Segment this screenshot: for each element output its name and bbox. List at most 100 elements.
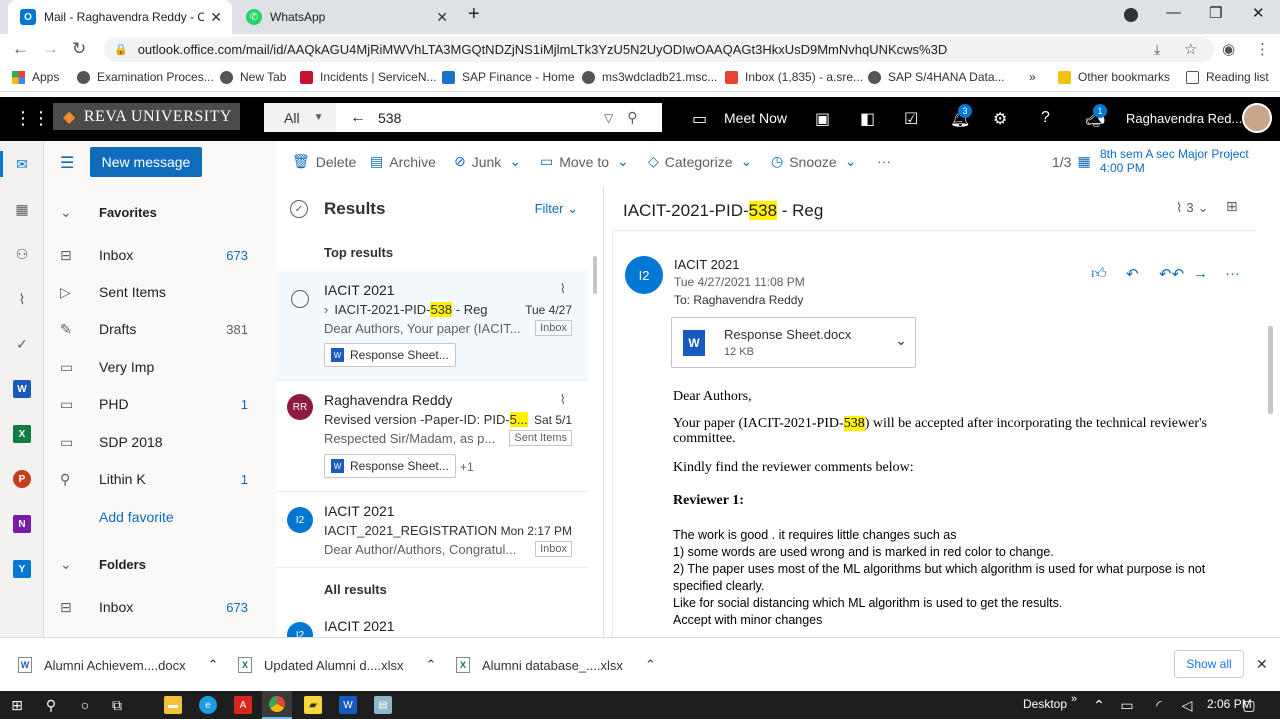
bookmarks-more[interactable]: » bbox=[1029, 70, 1036, 84]
back-icon[interactable]: ← bbox=[12, 39, 29, 59]
favorites-header[interactable]: ⌄ Favorites bbox=[44, 194, 276, 230]
folder-sdp-2018[interactable]: ▭ SDP 2018 bbox=[44, 424, 276, 460]
paperclip-icon[interactable]: ⌇ bbox=[13, 290, 31, 308]
chevron-up-icon[interactable]: ⌃ bbox=[1090, 696, 1108, 714]
chevron-up-icon[interactable]: ⌃ bbox=[208, 657, 219, 673]
download-item[interactable]: X Alumni database_....xlsx ⌃ bbox=[456, 657, 656, 673]
bookmark-item[interactable]: Examination Proces... bbox=[77, 70, 214, 84]
select-circle-icon[interactable] bbox=[291, 290, 309, 308]
hamburger-icon[interactable]: ☰ bbox=[60, 153, 74, 173]
edge-icon[interactable]: e bbox=[199, 696, 217, 714]
categorize-button[interactable]: ◇ Categorize ⌄ bbox=[648, 153, 752, 170]
menu-icon[interactable]: ⋮ bbox=[1255, 40, 1270, 58]
todo-check-icon[interactable]: ✓ bbox=[13, 335, 31, 353]
search-icon[interactable]: ⚲ bbox=[42, 696, 60, 714]
bookmark-item[interactable]: New Tab bbox=[220, 70, 286, 84]
search-back-icon[interactable]: ← bbox=[350, 109, 366, 127]
avatar[interactable] bbox=[1242, 103, 1272, 133]
gear-icon[interactable]: ⚙ bbox=[993, 109, 1007, 129]
download-item[interactable]: W Alumni Achievem....docx ⌃ bbox=[18, 657, 219, 673]
meet-now-button[interactable]: Meet Now bbox=[724, 110, 787, 126]
word-icon[interactable]: W bbox=[339, 696, 357, 714]
list-item[interactable]: I2 IACIT 2021 IACIT_2021_REGISTRATION Mo… bbox=[276, 493, 588, 568]
word-icon[interactable]: W bbox=[13, 380, 31, 398]
acrobat-icon[interactable]: A bbox=[234, 696, 252, 714]
attachment-chip[interactable]: W Response Sheet... bbox=[324, 454, 456, 478]
folder-very-imp[interactable]: ▭ Very Imp bbox=[44, 349, 276, 385]
list-item[interactable]: I2 IACIT 2021 bbox=[276, 612, 588, 637]
minimize-icon[interactable]: — bbox=[1166, 4, 1181, 21]
account-icon[interactable]: ◉ bbox=[1222, 40, 1235, 58]
folders-header[interactable]: ⌄ Folders bbox=[44, 546, 276, 582]
notepad-icon[interactable]: ▤ bbox=[374, 696, 392, 714]
forward-icon[interactable]: → bbox=[1193, 265, 1208, 282]
todo-icon[interactable]: ☑ bbox=[904, 109, 918, 129]
attachments-count[interactable]: ⌇ 3 ⌄ bbox=[1176, 200, 1209, 216]
org-logo[interactable]: ◆ REVA UNIVERSITY bbox=[53, 103, 240, 130]
battery-icon[interactable]: ▭ bbox=[1118, 696, 1136, 714]
more-actions-button[interactable]: ··· bbox=[877, 153, 891, 169]
move-to-button[interactable]: ▭ Move to ⌄ bbox=[540, 153, 629, 170]
show-all-button[interactable]: Show all bbox=[1174, 650, 1244, 678]
close-downloads-icon[interactable]: ✕ bbox=[1256, 656, 1268, 673]
maximize-icon[interactable]: ❐ bbox=[1209, 4, 1222, 22]
junk-button[interactable]: ⊘ Junk ⌄ bbox=[454, 153, 521, 170]
attachment-card[interactable]: W Response Sheet.docx 12 KB ⌄ bbox=[671, 317, 916, 368]
chevron-up-icon[interactable]: ⌃ bbox=[425, 657, 436, 673]
event-info[interactable]: 8th sem A sec Major Project 4:00 PM bbox=[1100, 147, 1249, 175]
yammer-icon[interactable]: Y bbox=[13, 560, 31, 578]
archive-button[interactable]: ▤ Archive bbox=[370, 153, 436, 170]
close-window-icon[interactable]: ✕ bbox=[1252, 4, 1265, 22]
powerpoint-icon[interactable]: P bbox=[13, 470, 31, 488]
sticky-notes-icon[interactable]: ▰ bbox=[304, 696, 322, 714]
chevron-up-icon[interactable]: ⌃ bbox=[645, 657, 656, 673]
profile-dropdown-icon[interactable] bbox=[1124, 8, 1138, 22]
delete-button[interactable]: 🗑︎ Delete bbox=[292, 153, 356, 170]
file-explorer-icon[interactable]: ▬ bbox=[164, 696, 182, 714]
list-item[interactable]: RR Raghavendra Reddy ⌇ Revised version -… bbox=[276, 382, 588, 492]
search-scope-dropdown[interactable]: All ▼ bbox=[264, 103, 336, 132]
toolbar-expand[interactable]: » bbox=[1071, 693, 1077, 705]
url-field[interactable]: 🔒 outlook.office.com/mail/id/AAQkAGU4MjR… bbox=[104, 37, 1214, 62]
onenote-icon[interactable]: N bbox=[13, 515, 31, 533]
more-options-icon[interactable]: ··· bbox=[1225, 265, 1240, 282]
chevron-down-icon[interactable]: ⌄ bbox=[895, 332, 907, 349]
search-input[interactable]: 538 bbox=[378, 110, 598, 126]
chrome-icon[interactable] bbox=[262, 691, 292, 719]
help-icon[interactable]: ? bbox=[1041, 109, 1050, 127]
bookmark-item[interactable]: Inbox (1,835) - a.sre... bbox=[725, 70, 863, 84]
list-scrollbar[interactable] bbox=[593, 256, 597, 294]
more-attachments[interactable]: +1 bbox=[460, 460, 474, 474]
cortana-icon[interactable]: ○ bbox=[76, 696, 94, 714]
snooze-button[interactable]: ◷ Snooze ⌄ bbox=[771, 153, 856, 170]
notifications-icon[interactable]: ▢ bbox=[1240, 696, 1258, 714]
new-message-button[interactable]: New message bbox=[90, 147, 202, 177]
close-tab-icon[interactable]: ✕ bbox=[436, 9, 448, 26]
windows-start-icon[interactable]: ⊞ bbox=[8, 696, 26, 714]
sender-name[interactable]: IACIT 2021 bbox=[674, 257, 740, 272]
upcoming-event[interactable]: 1/3 ▦ bbox=[1052, 153, 1097, 170]
search-icon[interactable]: ⚲ bbox=[627, 109, 637, 126]
forward-icon[interactable]: → bbox=[42, 39, 59, 59]
task-view-icon[interactable]: ⧉ bbox=[108, 696, 126, 714]
other-bookmarks[interactable]: Other bookmarks bbox=[1058, 70, 1170, 84]
bookmark-item[interactable]: ms3wdcladb21.msc... bbox=[582, 70, 717, 84]
expand-icon[interactable]: › bbox=[324, 302, 328, 317]
new-tab-button[interactable]: + bbox=[468, 3, 480, 26]
reply-icon[interactable]: ↶ bbox=[1126, 265, 1139, 283]
close-tab-icon[interactable]: ✕ bbox=[210, 9, 222, 26]
office-icon[interactable]: ◧ bbox=[860, 109, 875, 129]
reading-scrollbar[interactable] bbox=[1268, 326, 1273, 414]
mail-icon[interactable]: ✉ bbox=[13, 155, 31, 173]
attachment-chip[interactable]: W Response Sheet... bbox=[324, 343, 456, 367]
reload-icon[interactable]: ↻ bbox=[72, 39, 86, 59]
reading-list[interactable]: Reading list bbox=[1186, 70, 1269, 84]
wifi-icon[interactable]: ◜ bbox=[1150, 696, 1168, 714]
calendar-icon[interactable]: ▦ bbox=[13, 200, 31, 218]
teams-icon[interactable]: ▣ bbox=[815, 109, 830, 129]
search-dropdown-icon[interactable]: ▽ bbox=[604, 111, 613, 125]
install-icon[interactable]: ⤓ bbox=[1154, 41, 1160, 58]
people-icon[interactable]: ⚇ bbox=[13, 245, 31, 263]
bookmark-item[interactable]: SAP Finance - Home bbox=[442, 70, 575, 84]
volume-icon[interactable]: ◁ bbox=[1178, 696, 1196, 714]
